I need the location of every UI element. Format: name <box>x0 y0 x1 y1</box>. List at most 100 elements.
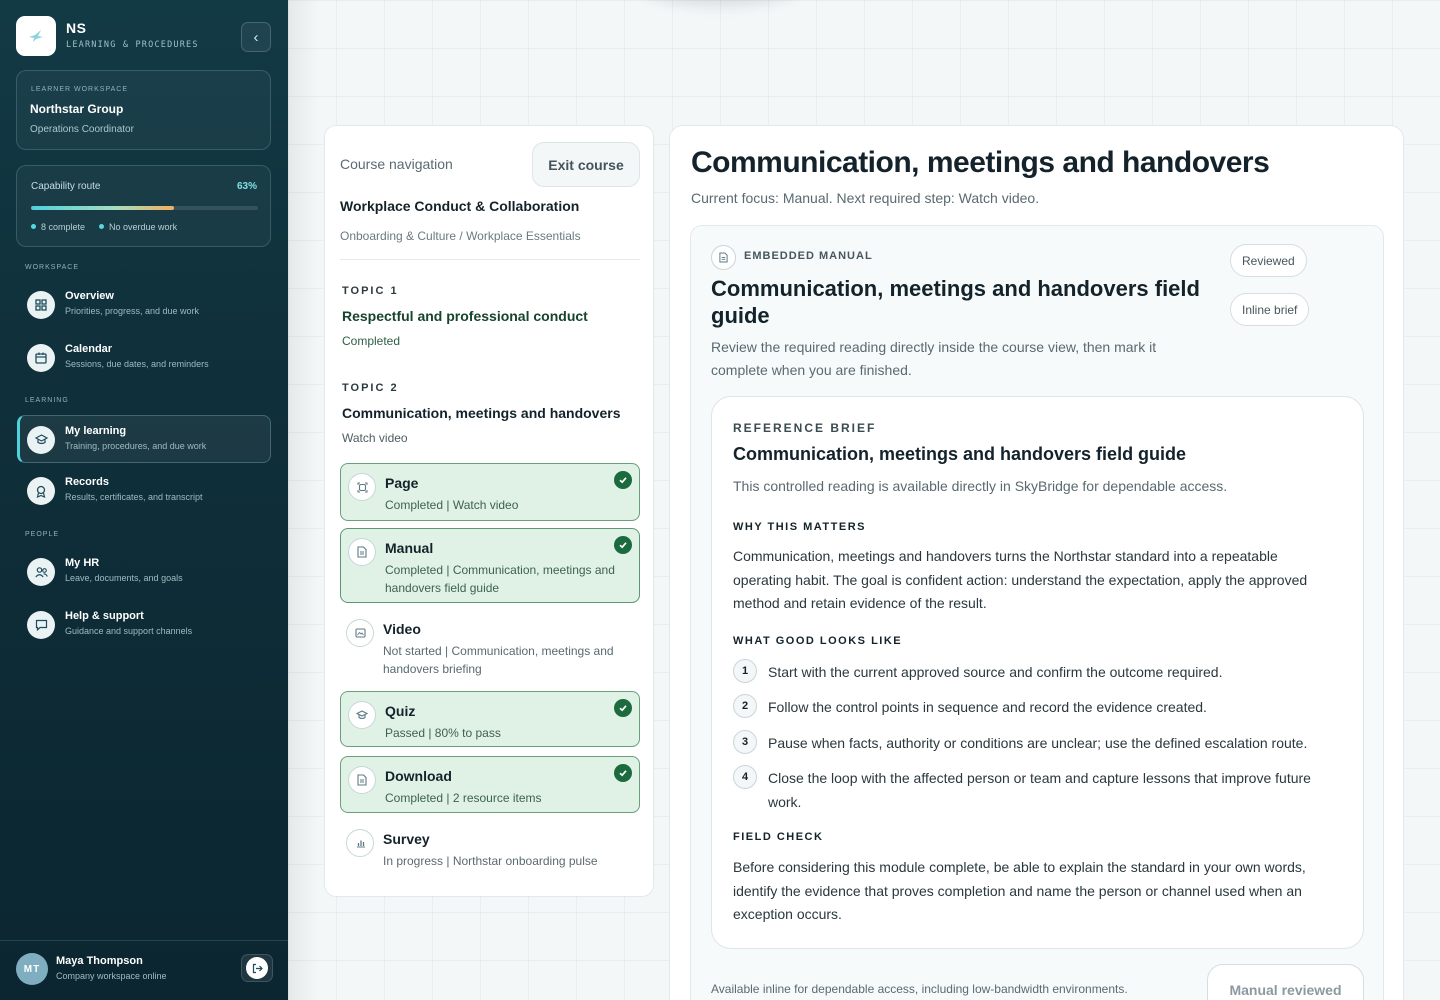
sidebar-item-label: My learning <box>65 425 127 437</box>
section-label-people: PEOPLE <box>25 531 60 538</box>
list-number: 1 <box>733 659 757 683</box>
list-number: 3 <box>733 730 757 754</box>
section-label-workspace: WORKSPACE <box>25 264 79 271</box>
sidebar-item-label: Overview <box>65 290 114 302</box>
collapse-sidebar-button[interactable]: ‹ <box>241 22 271 52</box>
status-badge-inline-brief: Inline brief <box>1230 293 1310 326</box>
sidebar-item-label: Calendar <box>65 343 113 355</box>
step-title: Quiz <box>385 703 416 719</box>
list-number: 4 <box>733 765 757 789</box>
step-title: Page <box>385 475 419 491</box>
step-status: Completed | Watch video <box>385 498 519 512</box>
workspace-label: LEARNER WORKSPACE <box>31 86 128 93</box>
reference-brief: REFERENCE BRIEF Communication, meetings … <box>711 396 1364 949</box>
grid-icon <box>27 291 55 319</box>
sidebar-item-label: My HR <box>65 557 100 569</box>
capability-progress-track <box>31 206 258 210</box>
page-title: Communication, meetings and handovers <box>691 146 1270 179</box>
check-icon <box>614 699 632 717</box>
workspace-role: Operations Coordinator <box>30 124 134 135</box>
manual-title: Communication, meetings and handovers fi… <box>711 276 1200 328</box>
step-title: Survey <box>383 831 430 847</box>
check-icon <box>614 471 632 489</box>
check-text: Before considering this module complete,… <box>733 859 1306 922</box>
sidebar-item-overview[interactable]: Overview Priorities, progress, and due w… <box>17 281 271 329</box>
course-navigation-title: Course navigation <box>340 156 453 172</box>
step-title: Download <box>385 768 452 784</box>
list-text: Pause when facts, authority or condition… <box>768 735 1308 751</box>
sidebar-item-records[interactable]: Records Results, certificates, and trans… <box>17 467 271 515</box>
logout-button[interactable] <box>241 954 273 982</box>
manual-reviewed-button[interactable]: Manual reviewed <box>1207 964 1364 1000</box>
quiz-icon <box>348 701 376 729</box>
topic-1-name[interactable]: Respectful and professional conduct <box>342 308 588 324</box>
survey-icon <box>346 829 374 857</box>
sidebar-item-desc: Training, procedures, and due work <box>65 441 207 451</box>
check-heading: FIELD CHECK <box>733 831 824 843</box>
list-text: Follow the control points in sequence an… <box>768 699 1207 715</box>
course-name: Workplace Conduct & Collaboration <box>340 198 580 214</box>
sidebar-item-desc: Leave, documents, and goals <box>65 573 183 583</box>
step-download[interactable]: Download Completed | 2 resource items <box>340 756 640 813</box>
section-label-learning: LEARNING <box>25 397 69 404</box>
step-page[interactable]: Page Completed | Watch video <box>340 463 640 521</box>
topic-2-label: TOPIC 2 <box>342 382 399 394</box>
bird-logo-icon[interactable] <box>16 16 56 56</box>
why-text: Communication, meetings and handovers tu… <box>733 548 1308 611</box>
sidebar-item-my-hr[interactable]: My HR Leave, documents, and goals <box>17 548 271 596</box>
brief-label: REFERENCE BRIEF <box>733 421 877 435</box>
status-badge-reviewed: Reviewed <box>1230 244 1307 277</box>
check-icon <box>614 764 632 782</box>
sidebar: NS LEARNING & PROCEDURES ‹ LEARNER WORKS… <box>0 0 288 1000</box>
step-manual[interactable]: Manual Completed | Communication, meetin… <box>340 528 640 603</box>
calendar-icon <box>27 344 55 372</box>
why-heading: WHY THIS MATTERS <box>733 521 866 533</box>
embedded-manual-card: EMBEDDED MANUAL Reviewed Inline brief Co… <box>690 225 1384 1000</box>
workspace-card[interactable]: LEARNER WORKSPACE Northstar Group Operat… <box>16 70 271 150</box>
step-status: Not started | Communication, meetings an… <box>383 644 614 676</box>
chat-icon <box>27 611 55 639</box>
chevron-left-icon: ‹ <box>253 28 259 46</box>
topic-2-status: Watch video <box>342 431 408 445</box>
topic-2-name[interactable]: Communication, meetings and handovers <box>342 405 621 421</box>
sidebar-item-label: Help & support <box>65 610 144 622</box>
sidebar-item-desc: Results, certificates, and transcript <box>65 492 203 502</box>
avatar[interactable]: MT <box>16 953 48 985</box>
topic-1-status: Completed <box>342 334 401 348</box>
step-status: In progress | Northstar onboarding pulse <box>383 854 598 868</box>
step-title: Video <box>383 621 421 637</box>
capability-label: Capability route <box>31 181 101 192</box>
download-icon <box>348 766 376 794</box>
current-focus: Current focus: Manual. Next required ste… <box>691 190 1040 206</box>
manual-footnote: Available inline for dependable access, … <box>711 982 1128 996</box>
brief-intro: This controlled reading is available dir… <box>733 478 1228 494</box>
step-video[interactable]: Video Not started | Communication, meeti… <box>340 610 640 684</box>
brand-name: NS <box>66 20 87 36</box>
user-status: Company workspace online <box>56 971 167 981</box>
award-icon <box>27 477 55 505</box>
course-breadcrumb: Onboarding & Culture / Workplace Essenti… <box>340 229 581 243</box>
user-name: Maya Thompson <box>56 955 143 967</box>
list-text: Close the loop with the affected person … <box>768 770 1311 810</box>
capability-stats: 8 complete No overdue work <box>31 222 177 232</box>
capability-progress-fill <box>31 206 174 210</box>
workspace-org: Northstar Group <box>30 102 124 116</box>
sidebar-item-calendar[interactable]: Calendar Sessions, due dates, and remind… <box>17 334 271 382</box>
sidebar-item-help-support[interactable]: Help & support Guidance and support chan… <box>17 601 271 649</box>
status-dot-icon <box>31 224 36 230</box>
step-survey[interactable]: Survey In progress | Northstar onboardin… <box>340 820 640 876</box>
list-text: Start with the current approved source a… <box>768 664 1223 680</box>
document-icon <box>348 538 376 566</box>
exit-course-button[interactable]: Exit course <box>532 142 640 187</box>
sidebar-item-desc: Priorities, progress, and due work <box>65 306 200 316</box>
step-status: Completed | Communication, meetings and … <box>385 563 615 595</box>
sidebar-item-my-learning[interactable]: My learning Training, procedures, and du… <box>17 415 271 463</box>
step-quiz[interactable]: Quiz Passed | 80% to pass <box>340 691 640 747</box>
document-icon <box>711 245 736 270</box>
course-navigation-panel: Course navigation Exit course Workplace … <box>324 125 654 897</box>
sidebar-shadow <box>288 0 318 1000</box>
user-profile: MT Maya Thompson Company workspace onlin… <box>0 940 288 1000</box>
brand: NS LEARNING & PROCEDURES ‹ <box>16 16 272 56</box>
sidebar-item-desc: Sessions, due dates, and reminders <box>65 359 209 369</box>
video-icon <box>346 619 374 647</box>
